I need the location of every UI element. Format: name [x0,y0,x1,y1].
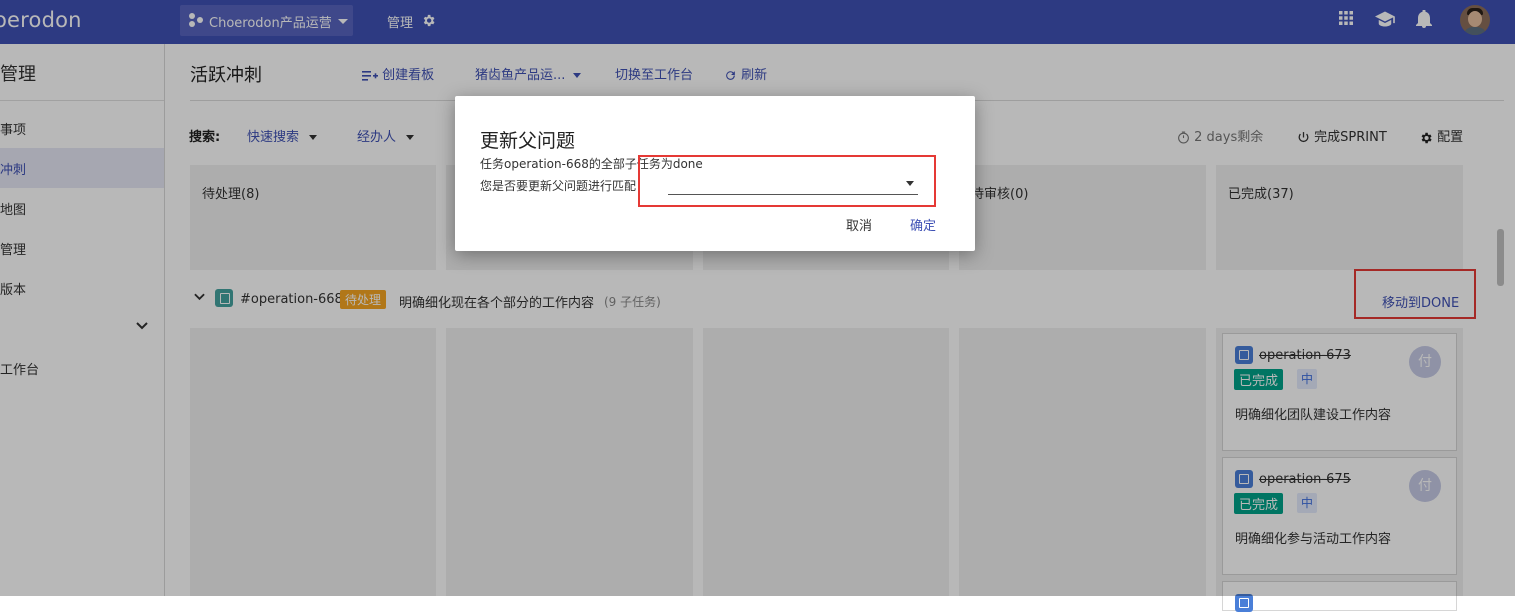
highlight-box [638,155,936,207]
dialog-title: 更新父问题 [480,130,576,152]
dialog-question: 您是否要更新父问题进行匹配 [480,179,637,193]
cancel-button[interactable]: 取消 [846,215,872,234]
modal-overlay[interactable] [0,0,1515,596]
subtask-type-icon [1235,594,1253,612]
ok-button[interactable]: 确定 [910,215,936,234]
